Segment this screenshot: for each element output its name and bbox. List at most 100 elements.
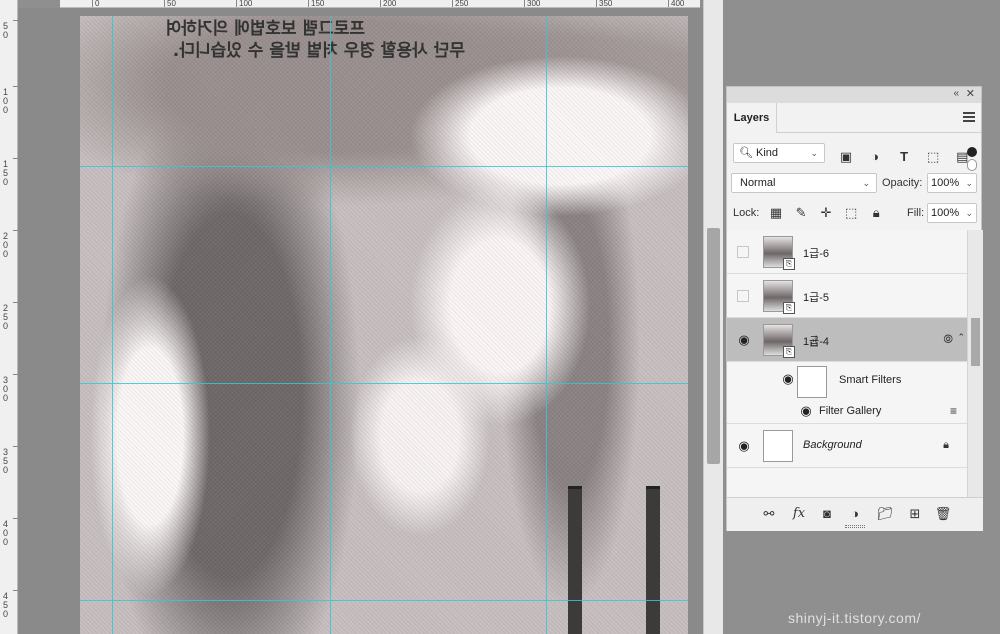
filter-gallery-label[interactable]: Filter Gallery	[819, 405, 881, 417]
collapse-panel-icon[interactable]: «	[953, 88, 959, 99]
new-group-icon[interactable]: 📁︎	[875, 506, 895, 522]
hand-cursor-icon: ☝	[809, 334, 819, 351]
eye-icon[interactable]: ◉	[781, 372, 795, 386]
chevron-down-icon: ⌄	[810, 148, 818, 158]
smart-filter-indicator-icon[interactable]: ⦾	[943, 332, 953, 347]
mirrored-canvas-text: 프로그램 보호법에 의거하여 무단 사용할 경우 처벌 받을 수 있습니다.	[165, 19, 465, 61]
layer-thumbnail: ⎘	[763, 236, 795, 270]
guide-vertical[interactable]	[546, 16, 547, 634]
lock-icons: ▦ ✎ ✛ ⬚ 🔒︎	[765, 205, 887, 221]
filter-toggle-track[interactable]	[967, 159, 977, 171]
layers-footer: ⚯ fx ◙ ◑ 📁︎ ⊞ 🗑︎	[727, 497, 983, 531]
guide-horizontal[interactable]	[80, 600, 688, 601]
smart-object-icon: ⎘	[783, 258, 795, 270]
panel-tab-bar: Layers	[727, 103, 981, 133]
hruler-tick: 350	[596, 0, 612, 7]
link-layers-icon[interactable]: ⚯	[759, 506, 779, 522]
filter-toggle-icon[interactable]	[967, 147, 977, 157]
guide-horizontal[interactable]	[80, 166, 688, 167]
layer-row[interactable]: ⎘ 1급-5	[727, 274, 967, 318]
scrollbar-thumb[interactable]	[707, 228, 720, 464]
filter-row: 🔍︎ Kind ⌄ ▣ ◑ T ⬚ ▤	[727, 143, 983, 171]
hruler-tick: 300	[524, 0, 540, 7]
hruler-tick: 150	[308, 0, 324, 7]
layer-thumbnail: ⎘	[763, 324, 795, 358]
chevron-down-icon: ⌄	[965, 208, 973, 218]
layer-row[interactable]: ⎘ 1급-6	[727, 230, 967, 274]
shape-layer-filter-icon[interactable]: ⬚	[922, 148, 944, 166]
filter-blending-options-icon[interactable]: ≡	[950, 404, 957, 418]
new-layer-icon[interactable]: ⊞	[905, 506, 925, 522]
layer-name[interactable]: 1급-5	[803, 289, 829, 305]
canvas-vertical-scrollbar[interactable]	[703, 0, 723, 634]
vertical-ruler[interactable]: 50 100 150 200 250 300 350 400 450	[0, 0, 18, 634]
type-layer-filter-icon[interactable]: T	[893, 148, 915, 166]
document-canvas[interactable]: 프로그램 보호법에 의거하여 무단 사용할 경우 처벌 받을 수 있습니다.	[80, 16, 688, 634]
opacity-field[interactable]: 100% ⌄	[927, 173, 977, 193]
layer-row-selected[interactable]: ◉ ⎘ 1급-4 ☝ ⦾ ⌃	[727, 318, 967, 362]
watermark: shinyj-it.tistory.com/	[788, 610, 921, 626]
smart-object-icon: ⎘	[783, 346, 795, 358]
adjustment-layer-filter-icon[interactable]: ◑	[864, 148, 886, 166]
fx-icon[interactable]: fx	[789, 506, 809, 521]
smart-filter-mask-thumbnail	[797, 366, 827, 398]
search-icon: 🔍︎	[739, 147, 753, 159]
pixel-layer-filter-icon[interactable]: ▣	[835, 148, 857, 166]
chimney-left	[568, 486, 582, 634]
eye-icon[interactable]: ◉	[799, 404, 813, 418]
layer-name[interactable]: 1급-6	[803, 245, 829, 261]
adjustment-layer-icon[interactable]: ◑	[845, 506, 865, 521]
panel-resize-grip[interactable]	[845, 525, 865, 528]
filter-kind-select[interactable]: 🔍︎ Kind ⌄	[733, 143, 825, 163]
scrollbar-thumb[interactable]	[971, 318, 980, 366]
guide-horizontal[interactable]	[80, 383, 688, 384]
fill-field[interactable]: 100% ⌄	[927, 203, 977, 223]
hruler-tick: 0	[92, 0, 99, 7]
filter-icons: ▣ ◑ T ⬚ ▤	[835, 148, 977, 166]
lock-label: Lock:	[733, 207, 760, 219]
lock-all-icon[interactable]: 🔒︎	[865, 205, 887, 221]
background-thumbnail	[763, 430, 793, 462]
eye-icon[interactable]: ◉	[737, 333, 751, 347]
layer-list: ⎘ 1급-6 ⎘ 1급-5 ◉ ⎘ 1급-4 ☝ ⦾ ⌃ ◉ Smart Fil…	[727, 230, 967, 497]
layers-scrollbar[interactable]	[967, 230, 983, 497]
panel-menu-icon[interactable]	[963, 112, 975, 122]
visibility-toggle[interactable]	[737, 290, 749, 302]
panel-header-bar: « ✕	[727, 87, 981, 103]
image-texture	[80, 16, 688, 634]
guide-vertical[interactable]	[112, 16, 113, 634]
chevron-down-icon: ⌄	[965, 178, 973, 188]
lock-image-pixels-icon[interactable]: ✎	[790, 205, 812, 221]
delete-layer-icon[interactable]: 🗑︎	[933, 506, 953, 522]
lock-transparent-pixels-icon[interactable]: ▦	[765, 205, 787, 221]
lock-position-icon[interactable]: ✛	[815, 205, 837, 221]
guide-vertical[interactable]	[330, 16, 331, 634]
pasteboard[interactable]: 프로그램 보호법에 의거하여 무단 사용할 경우 처벌 받을 수 있습니다.	[18, 8, 703, 634]
blend-row: Normal ⌄ Opacity: 100% ⌄	[727, 173, 983, 197]
lock-artboard-icon[interactable]: ⬚	[840, 205, 862, 221]
smart-object-icon: ⎘	[783, 302, 795, 314]
layer-row[interactable]: ◉ Background 🔒︎	[727, 424, 967, 468]
hruler-tick: 400	[668, 0, 684, 7]
chevron-up-icon[interactable]: ⌃	[957, 332, 965, 343]
lock-icon: 🔒︎	[943, 439, 949, 451]
blend-mode-select[interactable]: Normal ⌄	[731, 173, 877, 193]
hruler-tick: 50	[164, 0, 176, 7]
visibility-toggle[interactable]	[737, 246, 749, 258]
layers-panel: « ✕ Layers 🔍︎ Kind ⌄ ▣ ◑ T ⬚ ▤ Normal ⌄ …	[726, 86, 983, 531]
hruler-tick: 200	[380, 0, 396, 7]
chevron-down-icon: ⌄	[862, 178, 870, 188]
hruler-tick: 100	[236, 0, 252, 7]
lock-row: Lock: ▦ ✎ ✛ ⬚ 🔒︎ Fill: 100% ⌄	[727, 203, 983, 227]
hruler-tick: 250	[452, 0, 468, 7]
tab-layers[interactable]: Layers	[727, 103, 777, 133]
layer-name[interactable]: Background	[803, 439, 862, 451]
fill-label: Fill:	[907, 207, 925, 219]
add-mask-icon[interactable]: ◙	[817, 506, 837, 521]
close-panel-icon[interactable]: ✕	[966, 87, 975, 100]
smart-filters-label[interactable]: Smart Filters	[839, 374, 901, 386]
horizontal-ruler[interactable]: 0 50 100 150 200 250 300 350 400	[60, 0, 700, 8]
eye-icon[interactable]: ◉	[737, 439, 751, 453]
opacity-label: Opacity:	[882, 177, 923, 189]
smart-filters-group[interactable]: ◉ Smart Filters ◉ Filter Gallery ≡	[727, 362, 967, 424]
